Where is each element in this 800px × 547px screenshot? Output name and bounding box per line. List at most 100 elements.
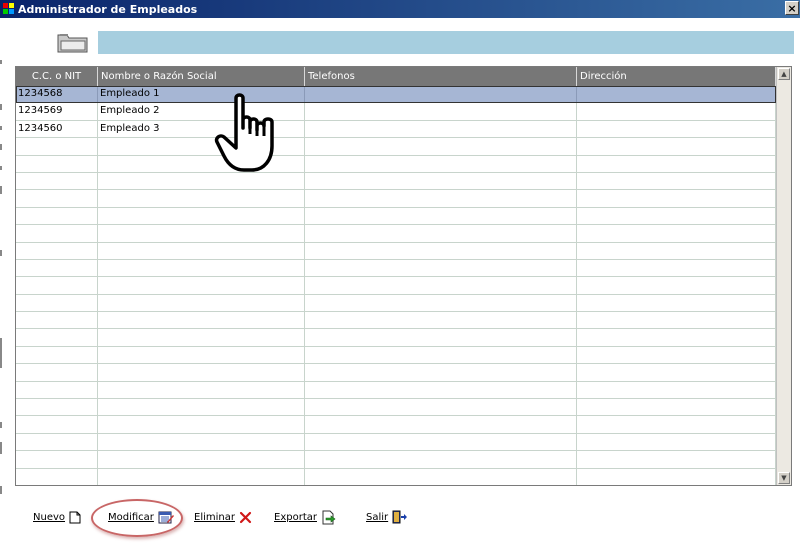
empty-cell[interactable] xyxy=(577,172,776,190)
empty-cell[interactable] xyxy=(98,172,305,190)
empty-cell[interactable] xyxy=(98,207,305,225)
empty-cell[interactable] xyxy=(577,138,776,155)
empty-row[interactable] xyxy=(16,416,776,434)
empty-cell[interactable] xyxy=(98,259,305,277)
empty-row[interactable] xyxy=(16,259,776,278)
salir-button[interactable]: Salir xyxy=(366,507,408,527)
scroll-down-button[interactable]: ▼ xyxy=(778,472,790,484)
cell-phone[interactable] xyxy=(305,103,577,120)
empty-cell[interactable] xyxy=(577,294,776,312)
cell-id[interactable]: 1234569 xyxy=(16,103,98,120)
empty-cell[interactable] xyxy=(577,381,776,399)
empty-cell[interactable] xyxy=(305,259,577,277)
empty-cell[interactable] xyxy=(305,312,577,329)
cell-phone[interactable] xyxy=(305,120,577,138)
empty-cell[interactable] xyxy=(16,364,98,381)
empty-cell[interactable] xyxy=(305,242,577,259)
empty-cell[interactable] xyxy=(98,190,305,207)
empty-cell[interactable] xyxy=(305,138,577,155)
empty-cell[interactable] xyxy=(98,294,305,312)
empty-cell[interactable] xyxy=(577,416,776,433)
cell-address[interactable] xyxy=(577,103,776,120)
empty-cell[interactable] xyxy=(577,312,776,329)
empty-cell[interactable] xyxy=(305,155,577,172)
empty-cell[interactable] xyxy=(577,451,776,468)
empty-cell[interactable] xyxy=(98,468,305,485)
empty-cell[interactable] xyxy=(98,312,305,329)
close-button[interactable]: × xyxy=(785,1,799,15)
empty-row[interactable] xyxy=(16,346,776,365)
empty-row[interactable] xyxy=(16,294,776,313)
empty-cell[interactable] xyxy=(98,242,305,259)
empty-row[interactable] xyxy=(16,207,776,226)
empty-row[interactable] xyxy=(16,138,776,156)
empty-row[interactable] xyxy=(16,242,776,260)
empty-cell[interactable] xyxy=(305,225,577,242)
column-header-name[interactable]: Nombre o Razón Social xyxy=(98,67,305,86)
empty-cell[interactable] xyxy=(16,225,98,242)
empty-cell[interactable] xyxy=(16,277,98,294)
empty-cell[interactable] xyxy=(16,138,98,155)
empty-cell[interactable] xyxy=(305,294,577,312)
empty-cell[interactable] xyxy=(305,346,577,364)
empty-cell[interactable] xyxy=(305,399,577,416)
empty-row[interactable] xyxy=(16,399,776,417)
empty-cell[interactable] xyxy=(577,399,776,416)
column-header-id[interactable]: C.C. o NIT xyxy=(16,67,98,86)
empty-cell[interactable] xyxy=(305,451,577,468)
cell-id[interactable]: 1234560 xyxy=(16,120,98,138)
cell-address[interactable] xyxy=(577,120,776,138)
empty-cell[interactable] xyxy=(577,346,776,364)
table-row[interactable]: 1234560 Empleado 3 xyxy=(16,120,776,139)
column-header-phone[interactable]: Telefonos xyxy=(305,67,577,86)
vertical-scrollbar[interactable]: ▲ ▼ xyxy=(776,67,791,485)
empty-cell[interactable] xyxy=(305,364,577,381)
empty-cell[interactable] xyxy=(98,329,305,346)
empty-cell[interactable] xyxy=(577,259,776,277)
empty-cell[interactable] xyxy=(305,329,577,346)
empty-row[interactable] xyxy=(16,329,776,347)
empty-row[interactable] xyxy=(16,468,776,485)
empty-cell[interactable] xyxy=(577,329,776,346)
scroll-up-button[interactable]: ▲ xyxy=(778,68,790,80)
empty-cell[interactable] xyxy=(577,207,776,225)
table-row[interactable]: 1234568 Empleado 1 xyxy=(16,86,776,104)
empty-cell[interactable] xyxy=(16,242,98,259)
empty-cell[interactable] xyxy=(577,242,776,259)
empty-cell[interactable] xyxy=(577,225,776,242)
empty-cell[interactable] xyxy=(16,329,98,346)
cell-address[interactable] xyxy=(577,86,776,103)
empty-row[interactable] xyxy=(16,381,776,400)
cell-phone[interactable] xyxy=(305,86,577,103)
employees-grid[interactable]: C.C. o NIT Nombre o Razón Social Telefon… xyxy=(15,66,792,486)
empty-cell[interactable] xyxy=(98,277,305,294)
empty-row[interactable] xyxy=(16,433,776,452)
empty-cell[interactable] xyxy=(305,207,577,225)
empty-cell[interactable] xyxy=(577,433,776,451)
empty-row[interactable] xyxy=(16,277,776,295)
empty-cell[interactable] xyxy=(577,155,776,172)
empty-cell[interactable] xyxy=(305,468,577,485)
empty-cell[interactable] xyxy=(16,207,98,225)
empty-cell[interactable] xyxy=(98,433,305,451)
empty-cell[interactable] xyxy=(16,451,98,468)
modificar-button[interactable]: Modificar xyxy=(108,507,174,527)
empty-cell[interactable] xyxy=(577,190,776,207)
empty-row[interactable] xyxy=(16,451,776,469)
empty-cell[interactable] xyxy=(577,468,776,485)
empty-cell[interactable] xyxy=(16,259,98,277)
exportar-button[interactable]: Exportar xyxy=(274,507,336,527)
column-header-address[interactable]: Dirección xyxy=(577,67,776,86)
empty-cell[interactable] xyxy=(98,346,305,364)
empty-cell[interactable] xyxy=(16,294,98,312)
cell-id[interactable]: 1234568 xyxy=(16,86,98,103)
empty-cell[interactable] xyxy=(16,346,98,364)
empty-cell[interactable] xyxy=(16,312,98,329)
empty-cell[interactable] xyxy=(577,364,776,381)
empty-row[interactable] xyxy=(16,155,776,173)
empty-cell[interactable] xyxy=(98,225,305,242)
empty-cell[interactable] xyxy=(16,416,98,433)
empty-cell[interactable] xyxy=(16,172,98,190)
empty-cell[interactable] xyxy=(305,277,577,294)
empty-cell[interactable] xyxy=(16,399,98,416)
